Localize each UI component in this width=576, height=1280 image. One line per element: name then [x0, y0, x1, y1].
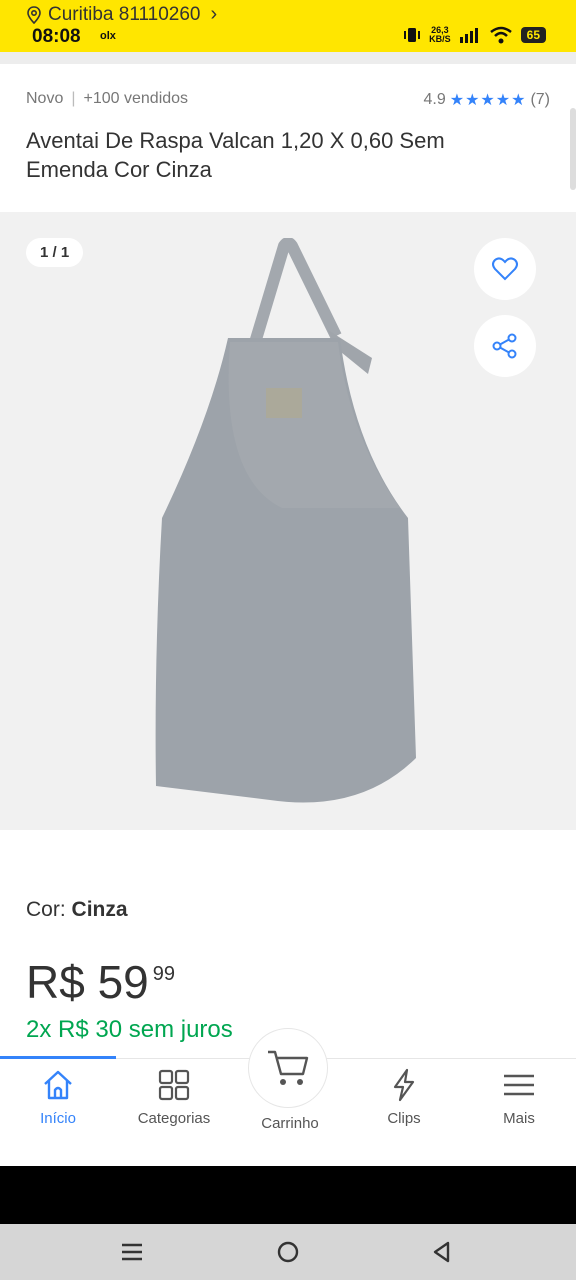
- review-count: (7): [530, 91, 550, 108]
- color-value: Cinza: [71, 898, 128, 921]
- color-variant: Cor: Cinza: [26, 898, 128, 922]
- battery-indicator: 65: [520, 27, 546, 43]
- rating-summary[interactable]: 4.9 ★★★★★ (7): [423, 90, 550, 110]
- header-divider: [0, 52, 576, 64]
- product-title: Aventai De Raspa Valcan 1,20 X 0,60 Sem …: [26, 128, 445, 182]
- lightning-icon: [393, 1068, 415, 1102]
- nav-item-categorias[interactable]: Categorias: [116, 1068, 232, 1127]
- nav-item-mais[interactable]: Mais: [461, 1068, 576, 1127]
- nav-item-inicio[interactable]: Início: [0, 1068, 116, 1127]
- location-pin-icon: [27, 5, 41, 24]
- share-button[interactable]: [474, 315, 536, 377]
- price-cents: 99: [152, 963, 175, 985]
- nav-item-carrinho[interactable]: [248, 1028, 328, 1108]
- menu-icon: [504, 1074, 534, 1096]
- status-bar: Curitiba 81110260 › 08:08 olx 26,3 KB/S …: [0, 0, 576, 52]
- favorite-button[interactable]: [474, 238, 536, 300]
- network-speed: 26,3 KB/S: [429, 25, 451, 44]
- chevron-right-icon: ›: [210, 3, 218, 25]
- wifi-icon: [489, 26, 512, 44]
- cart-icon: [268, 1050, 309, 1085]
- olx-notification-icon: olx: [100, 30, 116, 42]
- back-icon[interactable]: [428, 1238, 456, 1266]
- home-button-icon[interactable]: [274, 1238, 302, 1266]
- product-meta: Novo | +100 vendidos: [26, 90, 188, 108]
- location-selector[interactable]: Curitiba 81110260 ›: [26, 3, 217, 26]
- scrollbar[interactable]: [570, 108, 576, 190]
- share-icon: [492, 333, 517, 359]
- nav-item-clips[interactable]: Clips: [346, 1068, 462, 1127]
- heart-icon: [492, 257, 518, 281]
- grid-icon: [158, 1069, 190, 1101]
- vibrate-icon: [404, 28, 421, 42]
- location-text: Curitiba 81110260: [48, 3, 201, 25]
- product-image-apron[interactable]: [150, 238, 430, 808]
- recent-apps-icon[interactable]: [118, 1238, 146, 1266]
- product-price: R$ 59 99: [26, 955, 175, 1009]
- star-rating-icon: ★★★★★: [449, 92, 527, 109]
- nav-label-inicio: Início: [40, 1110, 76, 1127]
- nav-label-carrinho: Carrinho: [261, 1115, 319, 1132]
- home-icon: [44, 1070, 72, 1100]
- color-label: Cor:: [26, 898, 66, 921]
- nav-label-clips: Clips: [387, 1110, 421, 1127]
- image-counter: 1 / 1: [26, 238, 84, 267]
- clock: 08:08: [32, 26, 81, 47]
- meta-separator: |: [71, 90, 76, 107]
- installments-info: 2x R$ 30 sem juros: [26, 1016, 233, 1043]
- nav-label-categorias: Categorias: [137, 1110, 211, 1127]
- price-main: R$ 59: [26, 956, 149, 1008]
- rating-value: 4.9: [423, 91, 446, 108]
- sold-count: +100 vendidos: [83, 90, 189, 107]
- active-tab-indicator: [0, 1056, 116, 1059]
- system-spacer: [0, 1166, 576, 1224]
- condition-label: Novo: [26, 90, 64, 107]
- signal-icon: [459, 28, 478, 43]
- nav-label-mais: Mais: [503, 1110, 535, 1127]
